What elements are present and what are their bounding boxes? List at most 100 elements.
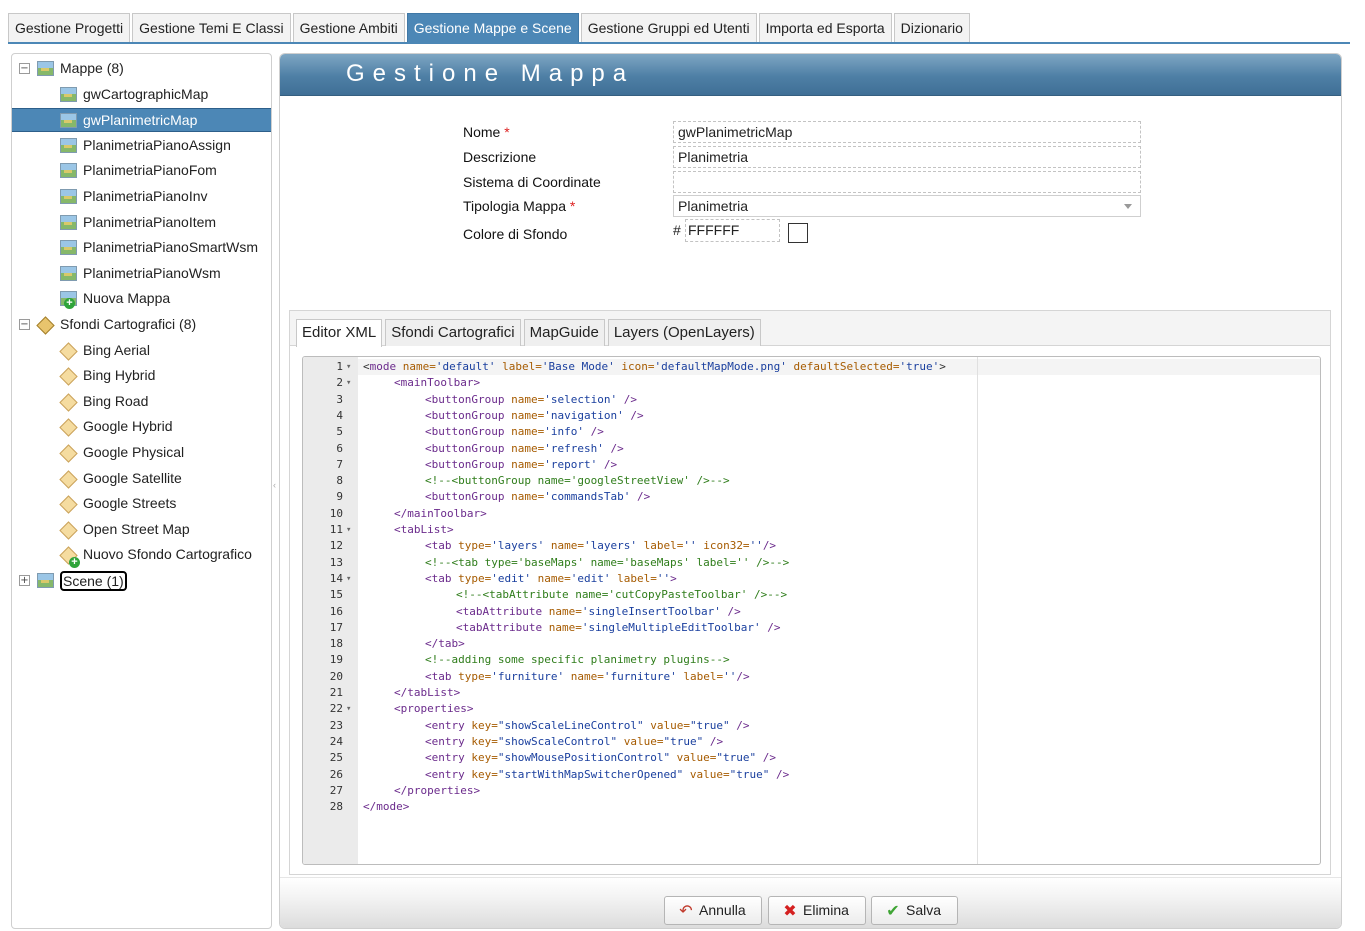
code-text: </mainToolbar> (394, 506, 487, 522)
tree-item-bing-road[interactable]: Bing Road (12, 390, 271, 414)
line-number: 28 (329, 800, 343, 814)
tab-importa-ed-esporta[interactable]: Importa ed Esporta (758, 13, 892, 43)
fold-toggle-icon[interactable]: ▾ (346, 522, 351, 538)
tree-item-bing-aerial[interactable]: Bing Aerial (12, 339, 271, 363)
expand-icon[interactable]: + (19, 575, 30, 586)
code-token: 'layers' (583, 539, 637, 553)
tree-item-label: PlanimetriaPianoWsm (83, 265, 221, 281)
tree-item-gwplanimetricmap[interactable]: gwPlanimetricMap (12, 108, 271, 132)
tree-item-planimetriapianoassign[interactable]: PlanimetriaPianoAssign (12, 134, 271, 158)
tree-item-google-satellite[interactable]: Google Satellite (12, 467, 271, 491)
editor-tab-editor-xml[interactable]: Editor XML (296, 319, 383, 347)
code-token: </tabList> (394, 686, 461, 699)
code-token: value= (670, 751, 717, 765)
tree-node-label: Sfondi Cartografici (8) (60, 316, 197, 332)
tipologia-selected-value: Planimetria (678, 198, 749, 214)
code-line: 26 <entry key="startWithMapSwitcherOpened… (303, 767, 1303, 783)
code-token: label= (676, 669, 724, 683)
tree-item-planimetriapianoinv[interactable]: PlanimetriaPianoInv (12, 185, 271, 209)
xml-code-editor[interactable]: 1 ▾ <mode name='default' label='Base Mode'… (302, 356, 1321, 865)
tree-item-label: Nuovo Sfondo Cartografico (83, 546, 252, 562)
tree-item-planimetriapianowsm[interactable]: PlanimetriaPianoWsm (12, 262, 271, 286)
code-line: 6 <buttonGroup name='refresh' /> (303, 441, 1303, 457)
code-token: <tab (425, 539, 452, 553)
layer-icon (60, 471, 76, 487)
code-token: key= (464, 767, 498, 781)
code-text: <tabList> (394, 522, 454, 538)
tree-item-planimetriapianofom[interactable]: PlanimetriaPianoFom (12, 159, 271, 183)
tab-gestione-temi-e-classi[interactable]: Gestione Temi E Classi (132, 13, 291, 43)
line-number: 17 (329, 620, 343, 634)
code-token: 'singleMultipleEditToolbar' (581, 620, 761, 634)
editor-tab-mapguide[interactable]: MapGuide (523, 319, 605, 346)
code-line: 3 <buttonGroup name='selection' /> (303, 392, 1303, 408)
code-token: <tab (425, 571, 452, 585)
code-token: /> (762, 539, 777, 553)
code-token: "true" (663, 734, 704, 748)
code-token: 'furniture' (603, 669, 677, 683)
line-number: 7 (336, 457, 343, 471)
tab-gestione-mappe-e-scene[interactable]: Gestione Mappe e Scene (406, 13, 579, 43)
code-text: </mode> (363, 799, 409, 815)
code-token: </mode> (363, 800, 410, 814)
fold-toggle-icon[interactable]: ▾ (346, 359, 351, 375)
layer-icon (60, 522, 76, 538)
tipologia-select[interactable]: Planimetria (673, 195, 1141, 217)
tab-gestione-progetti[interactable]: Gestione Progetti (8, 13, 131, 43)
code-line: 7 <buttonGroup name='report' /> (303, 457, 1303, 473)
panel-splitter-handle[interactable]: ‹ (273, 480, 278, 494)
editor-tab-layers-openlayers[interactable]: Layers (OpenLayers) (607, 319, 761, 346)
code-line: 20 <tab type='furniture' name='furniture'… (303, 669, 1303, 685)
color-swatch[interactable] (788, 223, 808, 243)
tab-gestione-gruppi-ed-utenti[interactable]: Gestione Gruppi ed Utenti (580, 13, 757, 43)
tree-item-planimetriapianosmartwsm[interactable]: PlanimetriaPianoSmartWsm (12, 236, 271, 260)
code-token: /> (623, 408, 644, 422)
fold-toggle-icon[interactable]: ▾ (346, 571, 351, 587)
tree-item-label: Google Physical (83, 444, 185, 460)
nome-field[interactable]: gwPlanimetricMap (673, 121, 1141, 143)
elimina-button[interactable]: ✖ Elimina (768, 896, 866, 925)
fold-toggle-icon[interactable]: ▾ (346, 375, 351, 391)
sistema-coordinate-field[interactable] (673, 171, 1141, 193)
fold-toggle-icon[interactable]: ▾ (346, 701, 351, 717)
tree-node-scene[interactable]: + Scene (1) (12, 569, 271, 593)
map-icon (60, 138, 77, 153)
code-line: 19 <!--adding some specific planimetry pl… (303, 652, 1303, 668)
descrizione-field[interactable]: Planimetria (673, 146, 1141, 168)
tree-item-nuovo-sfondo[interactable]: Nuovo Sfondo Cartografico (12, 543, 271, 568)
tree-node-sfondi[interactable]: − Sfondi Cartografici (8) (12, 313, 271, 337)
tree-item-planimetriapianoitem[interactable]: PlanimetriaPianoItem (12, 211, 271, 235)
tab-dizionario[interactable]: Dizionario (893, 13, 970, 43)
color-hex-field[interactable]: FFFFFF (685, 219, 780, 242)
code-line: 23 <entry key="showScaleLineControl" valu… (303, 718, 1303, 734)
collapse-icon[interactable]: − (19, 319, 30, 330)
editor-tab-sfondi-cartografici[interactable]: Sfondi Cartografici (385, 319, 521, 346)
tree-item-bing-hybrid[interactable]: Bing Hybrid (12, 364, 271, 388)
tree-item-google-streets[interactable]: Google Streets (12, 492, 271, 516)
code-text: <entry key="showMousePositionControl" va… (425, 750, 776, 766)
tree-item-google-physical[interactable]: Google Physical (12, 441, 271, 465)
tree-node-mappe[interactable]: − Mappe (8) (12, 57, 271, 81)
tab-gestione-ambiti[interactable]: Gestione Ambiti (292, 13, 405, 43)
code-text: <buttonGroup name='selection' /> (425, 392, 637, 408)
code-token: <buttonGroup (425, 457, 505, 471)
annulla-button[interactable]: ↶ Annulla (664, 896, 762, 925)
code-token: <tabAttribute (456, 620, 543, 634)
code-token: icon= (614, 360, 655, 373)
collapse-icon[interactable]: − (19, 63, 30, 74)
code-token: 'edit' (491, 571, 531, 585)
required-mark: * (504, 124, 510, 140)
layer-icon (60, 496, 76, 512)
tree-item-gwcartographicmap[interactable]: gwCartographicMap (12, 83, 271, 107)
code-line: 16 <tabAttribute name='singleInsertToolba… (303, 604, 1303, 620)
code-token: label= (610, 571, 657, 585)
tree-item-nuova-mappa[interactable]: Nuova Mappa (12, 287, 271, 311)
editor-tabpanel: Editor XML Sfondi Cartografici MapGuide Lay… (289, 310, 1331, 875)
salva-button[interactable]: ✔ Salva (871, 896, 958, 925)
tree-item-open-street-map[interactable]: Open Street Map (12, 518, 271, 542)
code-token: '' (683, 539, 697, 553)
map-icon (60, 215, 77, 230)
code-token: /> (617, 392, 637, 406)
tree-item-google-hybrid[interactable]: Google Hybrid (12, 415, 271, 439)
code-token: 'true' (899, 360, 940, 373)
